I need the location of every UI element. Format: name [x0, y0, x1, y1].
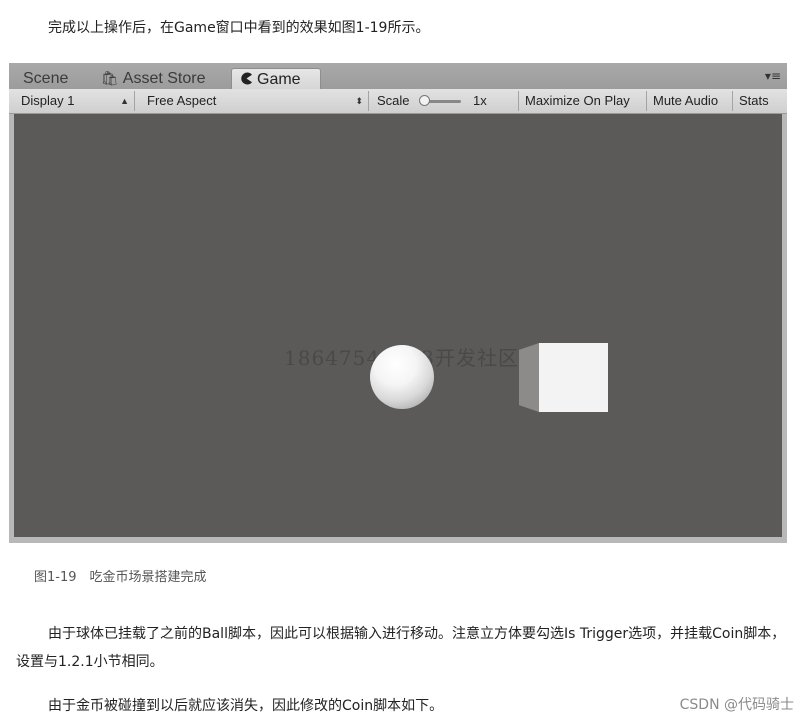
scale-label: Scale [377, 93, 410, 108]
scale-value: 1x [473, 93, 487, 108]
tab-label: Game [257, 71, 301, 88]
mute-label: Mute Audio [653, 93, 719, 108]
scale-slider-knob[interactable] [419, 95, 430, 106]
game-toolbar: Display 1 ▲ Free Aspect ⬍ Scale 1x Maxim… [9, 89, 787, 114]
coin-cube-side [519, 343, 539, 412]
paragraph-3: 由于金币被碰撞到以后就应该消失，因此修改的Coin脚本如下。 [48, 698, 444, 714]
store-bag-icon: 🛍 [101, 70, 119, 86]
unity-game-window: Scene 🛍 Asset Store Game ▾≡ Display 1 ▲ F… [9, 63, 787, 543]
tab-menu-icon[interactable]: ▾≡ [765, 69, 781, 83]
aspect-dropdown[interactable]: Free Aspect ⬍ [141, 91, 369, 111]
updown-arrows-icon: ⬍ [355, 96, 363, 106]
maximize-label: Maximize On Play [525, 93, 630, 108]
tab-label: Scene [23, 70, 69, 87]
game-viewport[interactable]: 18647546863开发社区 [14, 114, 782, 537]
display-dropdown[interactable]: Display 1 ▲ [15, 91, 135, 111]
stats-label: Stats [739, 93, 769, 108]
tab-asset-store[interactable]: 🛍 Asset Store [93, 68, 213, 89]
pacman-game-icon [240, 69, 253, 90]
updown-arrows-icon: ▲ [120, 96, 129, 106]
tab-scene[interactable]: Scene [15, 68, 76, 89]
display-label: Display 1 [21, 93, 75, 108]
tab-bar: Scene 🛍 Asset Store Game ▾≡ [9, 63, 787, 90]
tab-label: Asset Store [122, 70, 206, 87]
csdn-watermark: CSDN @代码骑士 [679, 697, 794, 713]
coin-cube [539, 343, 608, 412]
scale-control[interactable]: Scale 1x [371, 91, 519, 111]
ball-sphere [370, 345, 434, 409]
paragraph-2: 由于球体已挂载了之前的Ball脚本，因此可以根据输入进行移动。注意立方体要勾选I… [16, 626, 786, 670]
maximize-on-play-button[interactable]: Maximize On Play [519, 91, 647, 111]
tab-game[interactable]: Game [231, 68, 321, 89]
aspect-label: Free Aspect [147, 93, 217, 108]
figure-caption: 图1-19 吃金币场景搭建完成 [34, 570, 207, 585]
mute-audio-button[interactable]: Mute Audio [647, 91, 733, 111]
intro-paragraph: 完成以上操作后，在Game窗口中看到的效果如图1-19所示。 [48, 20, 430, 36]
stats-button[interactable]: Stats [733, 91, 777, 111]
